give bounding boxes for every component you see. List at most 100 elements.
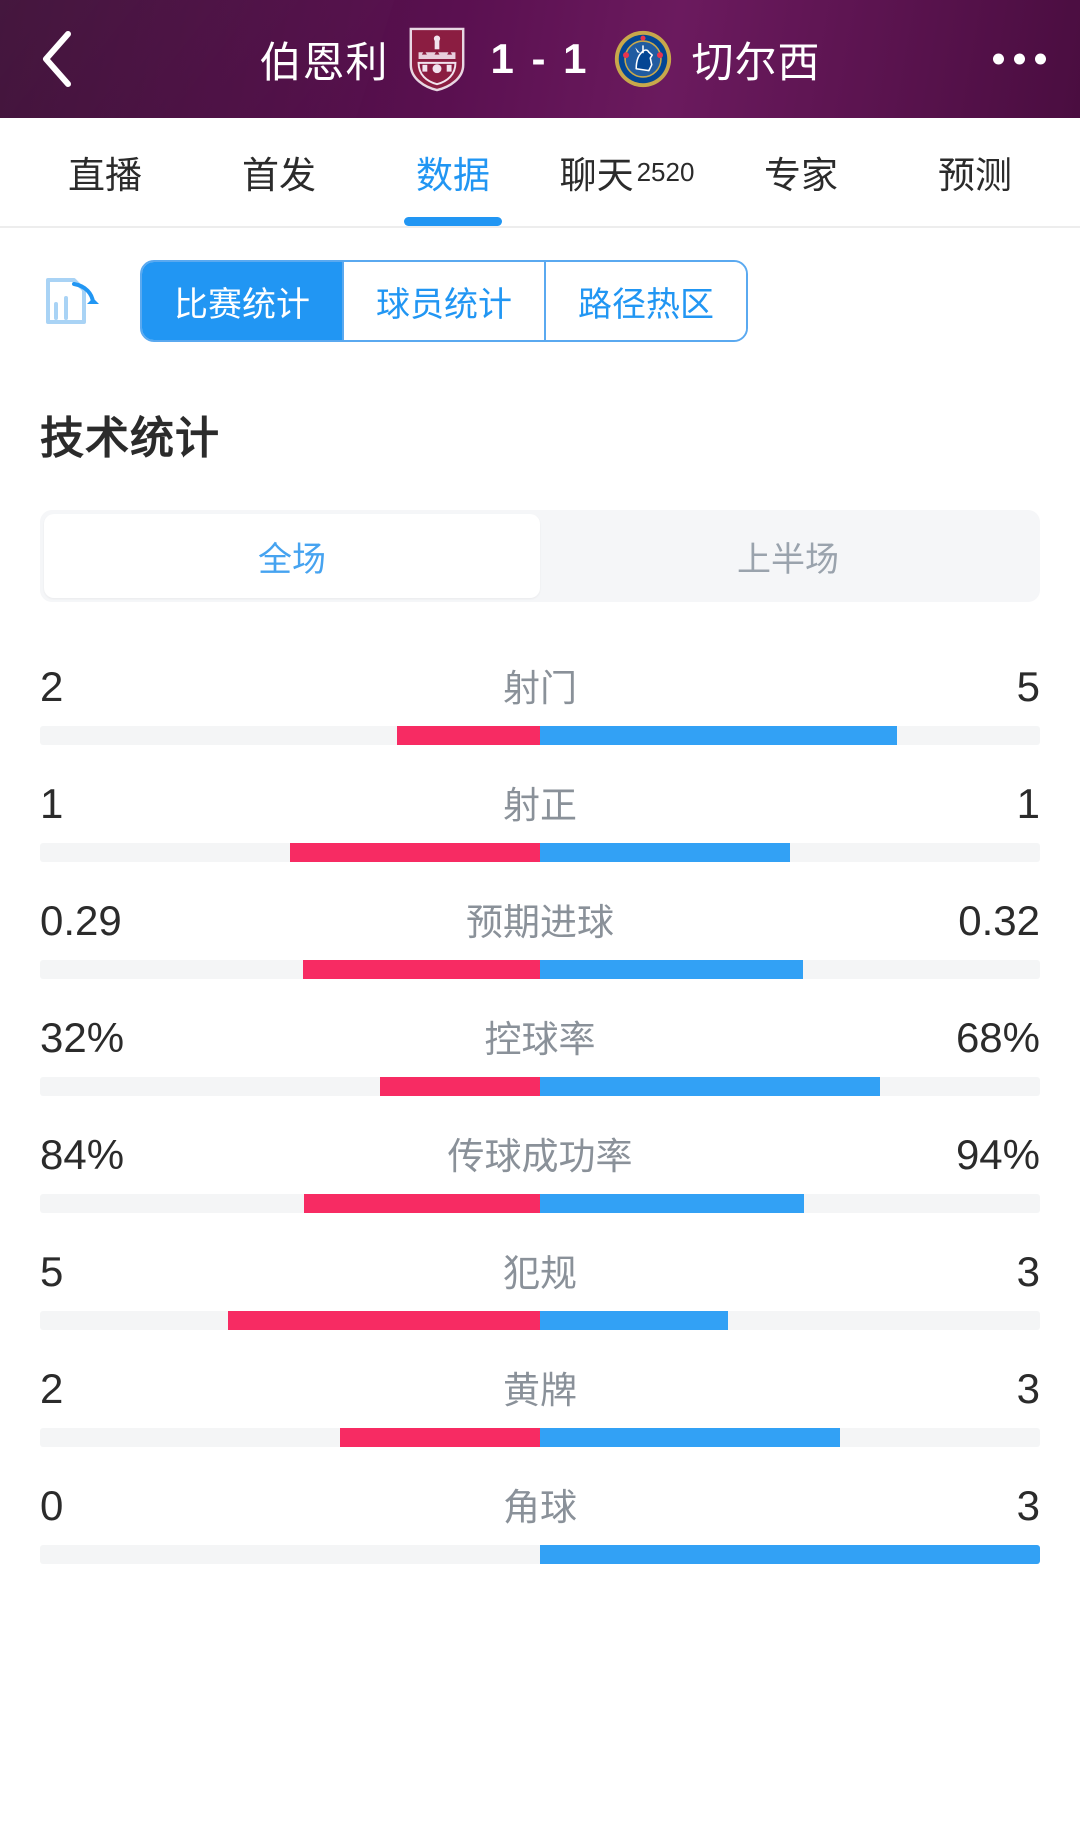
stat-bar-away-fill [540, 1545, 1040, 1564]
stat-bar-away-half [540, 726, 1040, 745]
stat-away-value: 3 [900, 1248, 1040, 1296]
stat-bar-home-fill [303, 960, 541, 979]
segment-match-stats-label: 比赛统计 [174, 277, 310, 326]
tab-chat-count: 2520 [637, 157, 695, 188]
more-options-button[interactable] [993, 54, 1046, 65]
stat-bar-home-half [40, 843, 540, 862]
stat-row: 32%控球率68% [40, 979, 1040, 1096]
stat-row-header: 5犯规3 [40, 1243, 1040, 1311]
stat-row-header: 2射门5 [40, 658, 1040, 726]
stat-label: 控球率 [180, 1009, 900, 1063]
tab-experts-label: 专家 [764, 145, 838, 199]
half-toggle-firsthalf[interactable]: 上半场 [540, 514, 1036, 598]
stat-row: 84%传球成功率94% [40, 1096, 1040, 1213]
stat-row-header: 84%传球成功率94% [40, 1126, 1040, 1194]
stat-bar-away-half [540, 1077, 1040, 1096]
stat-bar-away-half [540, 1194, 1040, 1213]
tab-live[interactable]: 直播 [18, 118, 192, 226]
stat-bar-track [40, 1077, 1040, 1096]
stat-bar-home-half [40, 1077, 540, 1096]
stat-away-value: 68% [900, 1014, 1040, 1062]
stat-bar-track [40, 843, 1040, 862]
stat-bar-home-half [40, 960, 540, 979]
half-toggle: 全场 上半场 [40, 510, 1040, 602]
stat-bar-away-fill [540, 960, 803, 979]
away-team-name: 切尔西 [692, 29, 821, 90]
tab-prediction-label: 预测 [938, 145, 1012, 199]
stat-bar-away-fill [540, 1428, 840, 1447]
stat-label: 犯规 [180, 1243, 900, 1297]
stat-bar-track [40, 726, 1040, 745]
segment-match-stats[interactable]: 比赛统计 [142, 262, 344, 340]
stat-bar-home-half [40, 726, 540, 745]
tab-lineup[interactable]: 首发 [192, 118, 366, 226]
tab-experts[interactable]: 专家 [714, 118, 888, 226]
segment-heatmap[interactable]: 路径热区 [546, 262, 746, 340]
section-title: 技术统计 [0, 368, 1080, 466]
stat-row: 0角球3 [40, 1447, 1040, 1564]
primary-tabbar: 直播 首发 数据 聊天2520 专家 预测 [0, 118, 1080, 228]
stat-home-value: 0.29 [40, 897, 180, 945]
stat-bar-home-half [40, 1545, 540, 1564]
half-toggle-fulltime[interactable]: 全场 [44, 514, 540, 598]
stats-view-segmented-control: 比赛统计 球员统计 路径热区 [140, 260, 748, 342]
tab-stats[interactable]: 数据 [366, 118, 540, 226]
stat-bar-away-half [540, 960, 1040, 979]
stat-bar-away-half [540, 1428, 1040, 1447]
stat-home-value: 2 [40, 663, 180, 711]
tab-chat-label: 聊天 [560, 145, 634, 199]
stat-bar-away-fill [540, 1077, 880, 1096]
stat-row-header: 2黄牌3 [40, 1360, 1040, 1428]
stat-label: 黄牌 [180, 1360, 900, 1414]
tab-live-label: 直播 [68, 145, 142, 199]
tab-lineup-label: 首发 [242, 145, 316, 199]
score-value: 1 - 1 [486, 35, 593, 83]
stat-label: 角球 [180, 1477, 900, 1531]
stat-bar-track [40, 1428, 1040, 1447]
segment-player-stats-label: 球员统计 [376, 277, 512, 326]
stat-bar-track [40, 1311, 1040, 1330]
stats-segment-row: 比赛统计 球员统计 路径热区 [0, 228, 1080, 368]
stat-bar-away-half [540, 843, 1040, 862]
stat-row: 1射正1 [40, 745, 1040, 862]
stat-bar-home-half [40, 1194, 540, 1213]
segment-player-stats[interactable]: 球员统计 [344, 262, 546, 340]
active-tab-underline [404, 217, 502, 226]
stat-row: 2射门5 [40, 628, 1040, 745]
stat-away-value: 0.32 [900, 897, 1040, 945]
back-button[interactable] [24, 27, 88, 91]
report-export-button[interactable] [0, 268, 140, 335]
stat-bar-home-fill [340, 1428, 540, 1447]
stat-away-value: 1 [900, 780, 1040, 828]
segment-heatmap-label: 路径热区 [578, 277, 714, 326]
stat-label: 预期进球 [180, 892, 900, 946]
stat-away-value: 94% [900, 1131, 1040, 1179]
stat-bar-away-fill [540, 1311, 728, 1330]
stat-home-value: 0 [40, 1482, 180, 1530]
more-options-icon [993, 54, 1046, 65]
half-toggle-fulltime-label: 全场 [258, 532, 326, 581]
chevron-left-icon [36, 28, 76, 90]
stat-bar-away-fill [540, 726, 897, 745]
stat-bar-home-fill [228, 1311, 541, 1330]
stat-row-header: 0.29预期进球0.32 [40, 892, 1040, 960]
burnley-crest-icon [406, 26, 468, 92]
stat-away-value: 5 [900, 663, 1040, 711]
stat-bar-away-fill [540, 843, 790, 862]
stat-bar-home-fill [304, 1194, 540, 1213]
tab-chat[interactable]: 聊天2520 [540, 118, 714, 226]
stat-label: 射正 [180, 775, 900, 829]
match-header: 伯恩利 1 - 1 [0, 0, 1080, 118]
stats-list: 2射门5 1射正1 0.29预期进球0.32 32%控球率68% 84%传球成功率94%… [0, 602, 1080, 1564]
stat-row: 0.29预期进球0.32 [40, 862, 1040, 979]
tab-prediction[interactable]: 预测 [888, 118, 1062, 226]
stat-home-value: 84% [40, 1131, 180, 1179]
stat-away-value: 3 [900, 1482, 1040, 1530]
stat-label: 传球成功率 [180, 1126, 900, 1180]
stat-bar-home-fill [380, 1077, 540, 1096]
tab-stats-label: 数据 [416, 145, 490, 199]
stat-row-header: 0角球3 [40, 1477, 1040, 1545]
stat-home-value: 32% [40, 1014, 180, 1062]
stat-bar-track [40, 1194, 1040, 1213]
chelsea-crest-icon [612, 26, 674, 92]
